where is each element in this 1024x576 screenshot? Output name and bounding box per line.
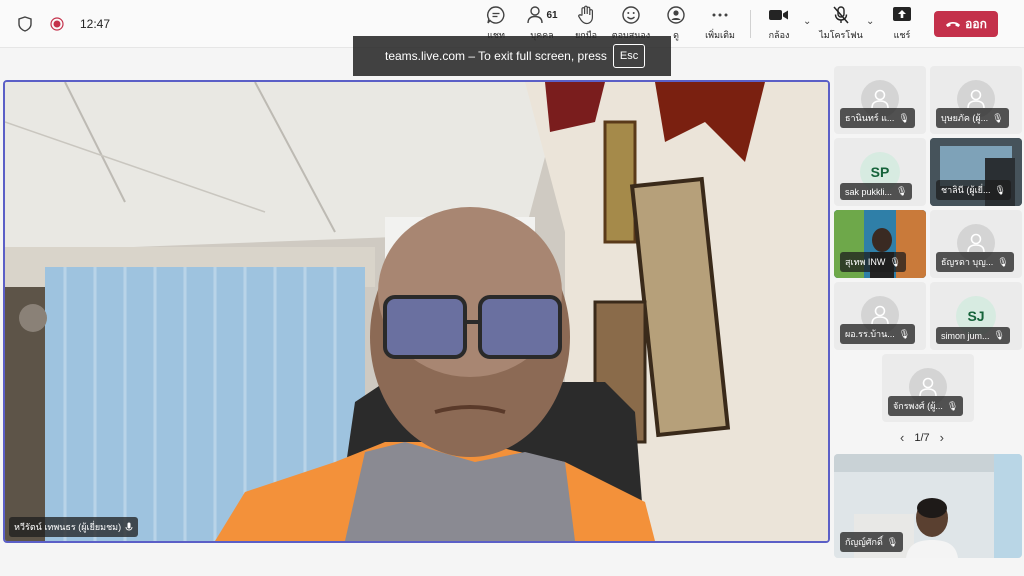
chat-icon: [486, 4, 506, 26]
mic-off-icon: 🎙: [994, 184, 1006, 195]
participant-name: sak pukkli...: [845, 186, 893, 197]
mic-button[interactable]: ไมโครโฟน: [815, 4, 867, 44]
recording-icon: [48, 15, 66, 33]
toolbar-divider: [750, 10, 751, 38]
participant-name: ผอ.รร.บ้าน...: [845, 329, 895, 339]
participant-name-tag: simon jum... 🎙: [936, 327, 1010, 344]
participant-name-tag: ชาลินี (ผู้เยี่... 🎙: [936, 180, 1011, 200]
participant-tile[interactable]: ธัญรดา บุญ... 🎙: [930, 210, 1022, 278]
participant-name-tag: sak pukkli... 🎙: [840, 183, 913, 200]
emoji-icon: [621, 4, 641, 26]
participant-name: จักรพงศ์ (ผู้...: [893, 401, 943, 411]
participant-tile[interactable]: SP sak pukkli... 🎙: [834, 138, 926, 206]
view-icon: [666, 4, 686, 26]
hand-icon: [577, 4, 595, 26]
previous-page-chevron-left-icon[interactable]: ‹: [900, 430, 904, 445]
more-button[interactable]: เพิ่มเติม: [694, 4, 746, 44]
page-indicator: 1/7: [914, 431, 930, 444]
mic-off-icon: [832, 4, 850, 26]
participant-name: บุษยภัค (ผู้...: [941, 113, 989, 123]
participant-name-tag: ธานินทร์ แ... 🎙: [840, 108, 915, 128]
participant-pager: ‹ 1/7 ›: [900, 430, 944, 445]
participant-tile[interactable]: จักรพงศ์ (ผู้... 🎙: [882, 354, 974, 422]
participant-tile[interactable]: ชาลินี (ผู้เยี่... 🎙: [930, 138, 1022, 206]
esc-key: Esc: [612, 44, 646, 68]
mic-off-icon: 🎙: [993, 330, 1005, 340]
toast-text: teams.live.com – To exit full screen, pr…: [385, 49, 607, 63]
next-page-chevron-right-icon[interactable]: ›: [940, 430, 944, 445]
participant-name: สุเทพ INW: [845, 257, 886, 267]
mic-icon: 🎙: [889, 256, 901, 267]
participant-name: ธัญรดา บุญ...: [941, 257, 994, 267]
mic-off-icon: 🎙: [992, 112, 1004, 123]
mic-icon: [125, 522, 133, 531]
mic-off-icon: 🎙: [886, 536, 899, 547]
participant-name: simon jum...: [941, 330, 990, 341]
main-speaker-video[interactable]: หวีรัตน์ เทพนธร (ผู้เยี่ยมชม): [3, 80, 830, 543]
participant-name-tag: ธัญรดา บุญ... 🎙: [936, 252, 1014, 272]
shield-icon[interactable]: [16, 15, 34, 33]
share-icon: [892, 4, 912, 26]
meeting-timer: 12:47: [80, 17, 111, 31]
participant-name: ธานินทร์ แ...: [845, 113, 895, 123]
self-name-tag: กัญญ์ศักดิ์ 🎙: [840, 532, 904, 552]
people-count: 61: [546, 9, 558, 21]
speaker-video-frame: [5, 82, 828, 541]
participant-name-tag: ผอ.รร.บ้าน... 🎙: [840, 324, 916, 344]
mic-off-icon: 🎙: [896, 186, 908, 196]
status-area: 12:47: [16, 0, 110, 48]
camera-label: กล้อง: [768, 30, 790, 40]
camera-options-chevron-down-icon[interactable]: ⌄: [803, 16, 811, 27]
participant-tile[interactable]: SJ simon jum... 🎙: [930, 282, 1022, 350]
main-speaker-name: หวีรัตน์ เทพนธร (ผู้เยี่ยมชม): [14, 522, 122, 532]
self-name: กัญญ์ศักดิ์: [845, 537, 883, 547]
fullscreen-toast: teams.live.com – To exit full screen, pr…: [353, 36, 671, 76]
view-label: ดู: [673, 30, 679, 40]
participant-tile[interactable]: บุษยภัค (ผู้... 🎙: [930, 66, 1022, 134]
participant-name-tag: สุเทพ INW 🎙: [840, 252, 906, 272]
mic-off-icon: 🎙: [946, 400, 959, 411]
mic-options-chevron-down-icon[interactable]: ⌄: [866, 16, 874, 27]
participant-tile[interactable]: สุเทพ INW 🎙: [834, 210, 926, 278]
leave-button[interactable]: ออก: [934, 11, 998, 37]
people-icon: [527, 6, 544, 24]
more-label: เพิ่มเติม: [705, 30, 735, 40]
share-button[interactable]: แชร์: [876, 4, 928, 44]
camera-button[interactable]: กล้อง: [753, 4, 805, 44]
participant-name: ชาลินี (ผู้เยี่...: [941, 185, 991, 195]
phone-hangup-icon: [946, 22, 961, 27]
more-icon: [710, 4, 730, 26]
participant-name-tag: บุษยภัค (ผู้... 🎙: [936, 108, 1009, 128]
main-speaker-name-tag: หวีรัตน์ เทพนธร (ผู้เยี่ยมชม): [9, 517, 139, 537]
participant-tile[interactable]: ธานินทร์ แ... 🎙: [834, 66, 926, 134]
leave-label: ออก: [965, 16, 987, 31]
share-label: แชร์: [893, 30, 911, 40]
mic-off-icon: 🎙: [898, 112, 910, 123]
mic-label: ไมโครโฟน: [819, 30, 863, 40]
mic-off-icon: 🎙: [898, 328, 911, 339]
self-view-video[interactable]: กัญญ์ศักดิ์ 🎙: [834, 454, 1022, 558]
mic-off-icon: 🎙: [997, 256, 1009, 267]
people-icon-wrap: 61: [526, 4, 558, 26]
participant-name-tag: จักรพงศ์ (ผู้... 🎙: [888, 396, 964, 416]
camera-icon: [768, 4, 790, 26]
participant-tile[interactable]: ผอ.รร.บ้าน... 🎙: [834, 282, 926, 350]
